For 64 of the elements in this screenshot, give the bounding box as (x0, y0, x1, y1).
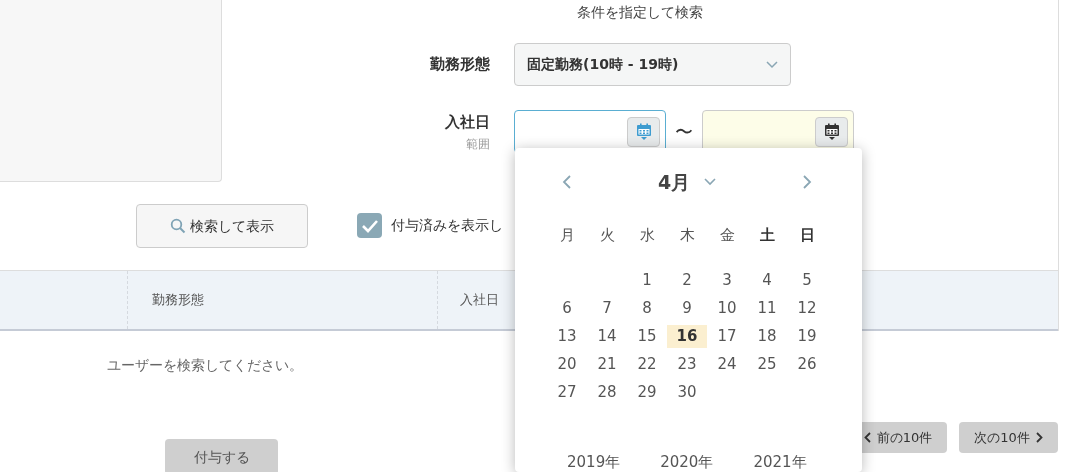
calendar-day[interactable]: 4 (747, 268, 787, 292)
calendar-day[interactable]: 19 (787, 324, 827, 348)
calendar-day[interactable]: 23 (667, 352, 707, 376)
search-icon (170, 218, 186, 234)
grant-button[interactable]: 付与する (165, 439, 278, 472)
search-button[interactable]: 検索して表示 (136, 204, 308, 248)
select-field[interactable]: 固定勤務(10時 - 19時) (514, 43, 791, 86)
calendar-day[interactable]: 21 (587, 352, 627, 376)
calendar-day[interactable]: 25 (747, 352, 787, 376)
calendar-day[interactable]: 24 (707, 352, 747, 376)
weekday-label: 木 (679, 224, 695, 246)
calendar-day[interactable]: 28 (587, 380, 627, 404)
chevron-down-icon (766, 60, 778, 69)
year-option[interactable]: 2020年 (660, 451, 714, 472)
range-separator: 〜 (675, 120, 693, 144)
month-label: 4月 (657, 170, 691, 195)
calendar-day[interactable]: 9 (667, 296, 707, 320)
calendar-day[interactable]: 7 (587, 296, 627, 320)
calendar-day[interactable]: 16 (667, 324, 707, 348)
next-page-button[interactable]: 次の10件 (959, 422, 1058, 453)
calendar-day[interactable]: 29 (627, 380, 667, 404)
chevron-right-icon[interactable] (802, 174, 812, 191)
checkbox[interactable] (357, 213, 382, 238)
chevron-left-icon[interactable] (562, 174, 572, 191)
empty-message: ユーザーを検索してください。 (107, 357, 303, 373)
chevron-right-icon (1035, 432, 1043, 443)
column-header: 勤務形態 (152, 291, 204, 310)
weekday-label: 月 (559, 224, 575, 246)
year-option[interactable]: 2021年 (753, 451, 807, 472)
field-label: 入社日 (445, 112, 490, 133)
month-dropdown-icon[interactable] (704, 178, 717, 187)
check-icon (360, 218, 379, 233)
weekday-label: 日 (799, 224, 815, 246)
calendar-day[interactable]: 15 (627, 324, 667, 348)
weekday-label: 土 (759, 224, 775, 246)
calendar-day[interactable]: 17 (707, 324, 747, 348)
field-label: 勤務形態 (430, 54, 490, 75)
weekday-label: 水 (639, 224, 655, 246)
form-title: 条件を指定して検索 (577, 4, 703, 20)
column-header: 入社日 (460, 291, 499, 310)
calendar-day[interactable]: 20 (547, 352, 587, 376)
calendar-day[interactable]: 8 (627, 296, 667, 320)
calendar-day[interactable]: 18 (747, 324, 787, 348)
calendar-day[interactable]: 13 (547, 324, 587, 348)
calendar-day[interactable]: 26 (787, 352, 827, 376)
weekday-label: 金 (719, 224, 735, 246)
calendar-day[interactable]: 11 (747, 296, 787, 320)
weekday-label: 火 (599, 224, 615, 246)
calendar-day[interactable]: 14 (587, 324, 627, 348)
calendar-day[interactable]: 22 (627, 352, 667, 376)
calendar-icon[interactable] (815, 116, 848, 147)
calendar-day[interactable]: 1 (627, 268, 667, 292)
calendar-day[interactable]: 2 (667, 268, 707, 292)
calendar-day[interactable]: 30 (667, 380, 707, 404)
calendar-day[interactable]: 3 (707, 268, 747, 292)
calendar-day[interactable]: 12 (787, 296, 827, 320)
calendar-day[interactable]: 10 (707, 296, 747, 320)
field-sublabel: 範囲 (466, 136, 490, 153)
calendar-day[interactable]: 27 (547, 380, 587, 404)
calendar-day[interactable]: 5 (787, 268, 827, 292)
chevron-left-icon (863, 432, 871, 443)
year-option[interactable]: 2019年 (567, 451, 621, 472)
calendar-day[interactable]: 6 (547, 296, 587, 320)
show-granted-label: 付与済みを表示し (391, 216, 503, 235)
